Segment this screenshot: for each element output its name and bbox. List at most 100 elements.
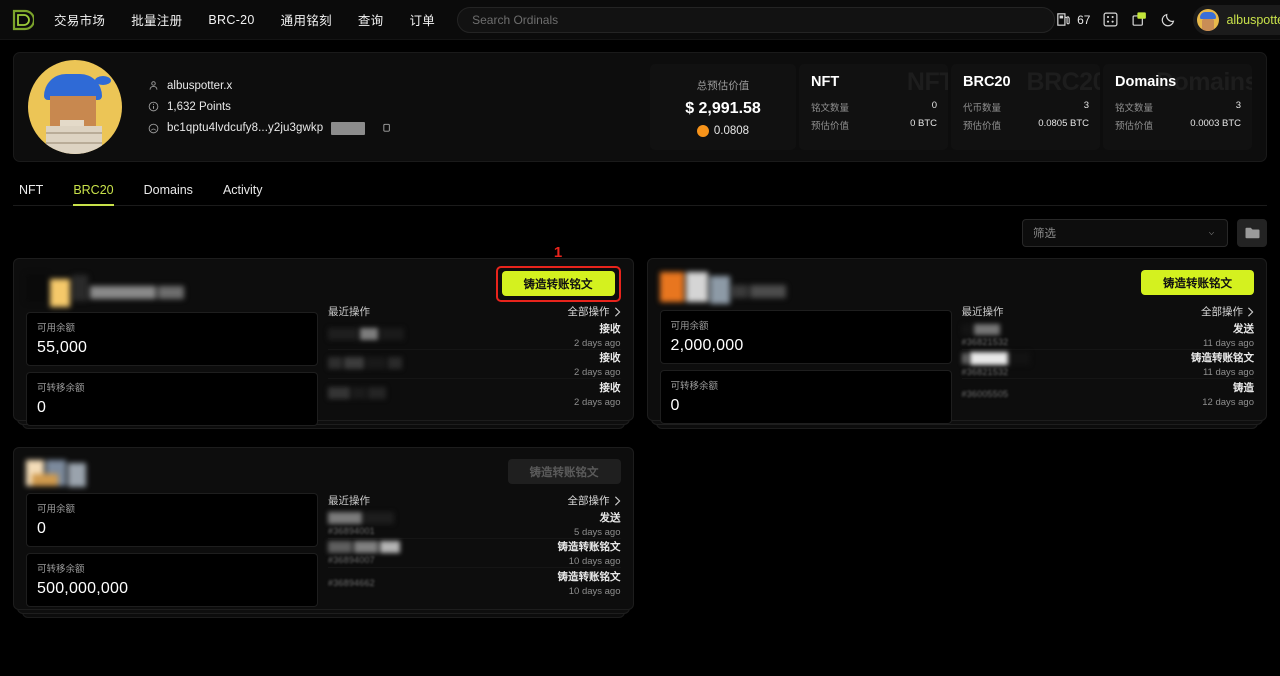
token-ticker-redacted [660, 270, 786, 304]
activity-list: #36894001 发送 5 days ago #368940 [328, 510, 621, 597]
available-balance-value: 2,000,000 [671, 337, 941, 355]
recent-activity-label: 最近操作 [962, 304, 1004, 319]
transferable-balance-value: 0 [37, 399, 307, 417]
activity-row[interactable]: #36894662 铸造转账铭文 10 days ago [328, 568, 621, 597]
token-card-stack: 可用余额 2,000,000 可转移余额 0 铸造转账铭文 最近操作 全部操作 [647, 258, 1268, 434]
activity-time: 11 days ago [1203, 338, 1254, 349]
tab-nft[interactable]: NFT [19, 183, 43, 205]
available-balance-label: 可用余额 [37, 320, 307, 334]
recent-activity-label: 最近操作 [328, 493, 370, 508]
activity-inscription-id: #36005505 [962, 389, 1195, 399]
mint-transfer-button[interactable]: 铸造转账铭文 [502, 271, 615, 296]
stat-label: 预估价值 [811, 118, 849, 132]
ordinals-logo-icon[interactable] [8, 6, 36, 34]
stat-row-domains-count: 铭文数量 3 [1115, 100, 1241, 114]
all-activity-link[interactable]: 全部操作 [568, 493, 621, 508]
mint-transfer-button[interactable]: 铸造转账铭文 [1141, 270, 1254, 295]
profile-summary-panel: albuspotter.x 1,632 Points bc1qptu4lvdcu… [13, 52, 1267, 162]
folder-icon [1244, 226, 1261, 240]
transferable-balance-box: 可转移余额 0 [660, 370, 952, 424]
transferable-balance-box: 可转移余额 500,000,000 [26, 553, 318, 607]
nav-brc20[interactable]: BRC-20 [208, 13, 254, 27]
activity-left: #36821532 [962, 324, 1195, 347]
nav-batch-register[interactable]: 批量注册 [131, 10, 182, 29]
transferable-balance-value: 500,000,000 [37, 580, 307, 598]
info-icon [148, 101, 159, 112]
filter-dropdown[interactable]: 筛选 [1022, 219, 1228, 247]
activity-right: 铸造 12 days ago [1202, 380, 1254, 408]
available-balance-box: 可用余额 55,000 [26, 312, 318, 366]
total-value-btc-row: 0.0808 [697, 125, 749, 137]
available-balance-box: 可用余额 0 [26, 493, 318, 547]
stat-value: 0 BTC [910, 118, 937, 132]
activity-right: 铸造转账铭文 10 days ago [558, 539, 621, 567]
stat-title-domains: Domains [1115, 74, 1241, 90]
nav-general-inscribe[interactable]: 通用铭刻 [281, 10, 332, 29]
tab-brc20[interactable]: BRC20 [73, 183, 113, 205]
recent-activity-label: 最近操作 [328, 304, 370, 319]
activity-row[interactable]: #36821532 发送 11 days ago [962, 321, 1255, 350]
activity-row[interactable]: #36894001 发送 5 days ago [328, 510, 621, 539]
user-icon [148, 80, 159, 91]
activity-row[interactable]: #36821532 铸造转账铭文 11 days ago [962, 350, 1255, 379]
total-value-label: 总预估价值 [697, 78, 750, 93]
search-input[interactable] [457, 7, 1055, 33]
top-right-actions: 67 albuspotter.x [1055, 5, 1280, 35]
activity-type: 铸造 [1202, 380, 1254, 395]
stat-card-brc20: BRC20 BRC20 代币数量 3 预估价值 0.0805 BTC [951, 64, 1100, 150]
token-card: 可用余额 2,000,000 可转移余额 0 铸造转账铭文 最近操作 全部操作 [647, 258, 1268, 421]
activity-row[interactable]: #36894007 铸造转账铭文 10 days ago [328, 539, 621, 568]
copy-icon[interactable] [382, 122, 393, 134]
token-card-stack: 可用余额 0 可转移余额 500,000,000 铸造转账铭文 最近操作 全部操… [13, 447, 634, 623]
activity-row[interactable]: 接收 2 days ago [328, 321, 621, 350]
stat-title-nft: NFT [811, 74, 937, 90]
folder-view-button[interactable] [1237, 219, 1267, 247]
activity-row[interactable]: 接收 2 days ago [328, 350, 621, 379]
stat-label: 铭文数量 [1115, 100, 1153, 114]
token-card-stack: 可用余额 55,000 可转移余额 0 1 铸造转账铭文 最近操作 全部操作 [13, 258, 634, 434]
gas-fee-indicator[interactable]: 67 [1055, 11, 1090, 28]
stat-value: 3 [1236, 100, 1241, 114]
asset-tabs: NFT BRC20 Domains Activity [13, 176, 1267, 206]
grid-icon[interactable] [1102, 11, 1119, 28]
stat-label: 代币数量 [963, 100, 1001, 114]
activity-ticker-redacted [328, 512, 566, 524]
total-value-usd: $ 2,991.58 [685, 100, 761, 118]
token-ticker-redacted [26, 459, 58, 487]
all-activity-link[interactable]: 全部操作 [1201, 304, 1254, 319]
stat-row-nft-count: 铭文数量 0 [811, 100, 937, 114]
activity-right: 发送 5 days ago [574, 510, 620, 538]
activity-time: 2 days ago [574, 397, 620, 408]
stat-label: 预估价值 [963, 118, 1001, 132]
moon-icon[interactable] [1160, 11, 1177, 28]
activity-ticker-redacted [962, 352, 1184, 365]
activity-left: #36894662 [328, 578, 550, 588]
profile-menu-button[interactable]: albuspotter.x [1193, 5, 1280, 35]
stat-label: 预估价值 [1115, 118, 1153, 132]
activity-left [328, 357, 566, 371]
transferable-balance-label: 可转移余额 [671, 378, 941, 392]
activity-inscription-id: #36894001 [328, 526, 566, 536]
activity-type: 铸造转账铭文 [1191, 350, 1254, 365]
nav-query[interactable]: 查询 [358, 10, 384, 29]
image-swap-icon[interactable] [1131, 11, 1148, 28]
stat-row-brc20-value: 预估价值 0.0805 BTC [963, 118, 1089, 132]
activity-left: #36894001 [328, 512, 566, 536]
tab-activity[interactable]: Activity [223, 183, 263, 205]
all-activity-label: 全部操作 [568, 304, 610, 319]
token-ticker-header [26, 270, 318, 306]
available-balance-value: 0 [37, 520, 307, 538]
nav-orders[interactable]: 订单 [409, 10, 435, 29]
activity-right: 铸造转账铭文 11 days ago [1191, 350, 1254, 378]
profile-address-row: bc1qptu4lvdcufy8...y2ju3gwkp [148, 122, 393, 135]
activity-row[interactable]: #36005505 铸造 12 days ago [962, 379, 1255, 408]
chevron-down-icon [1206, 230, 1217, 237]
stat-card-nft: NFT NFT 铭文数量 0 预估价值 0 BTC [799, 64, 948, 150]
all-activity-link[interactable]: 全部操作 [568, 304, 621, 319]
activity-row[interactable]: 接收 2 days ago [328, 379, 621, 408]
token-card-left: 可用余额 55,000 可转移余额 0 [26, 270, 318, 408]
tab-domains[interactable]: Domains [144, 183, 193, 205]
activity-list: 接收 2 days ago 接 [328, 321, 621, 408]
nav-marketplace[interactable]: 交易市场 [54, 10, 105, 29]
wallet-icon [148, 123, 159, 134]
